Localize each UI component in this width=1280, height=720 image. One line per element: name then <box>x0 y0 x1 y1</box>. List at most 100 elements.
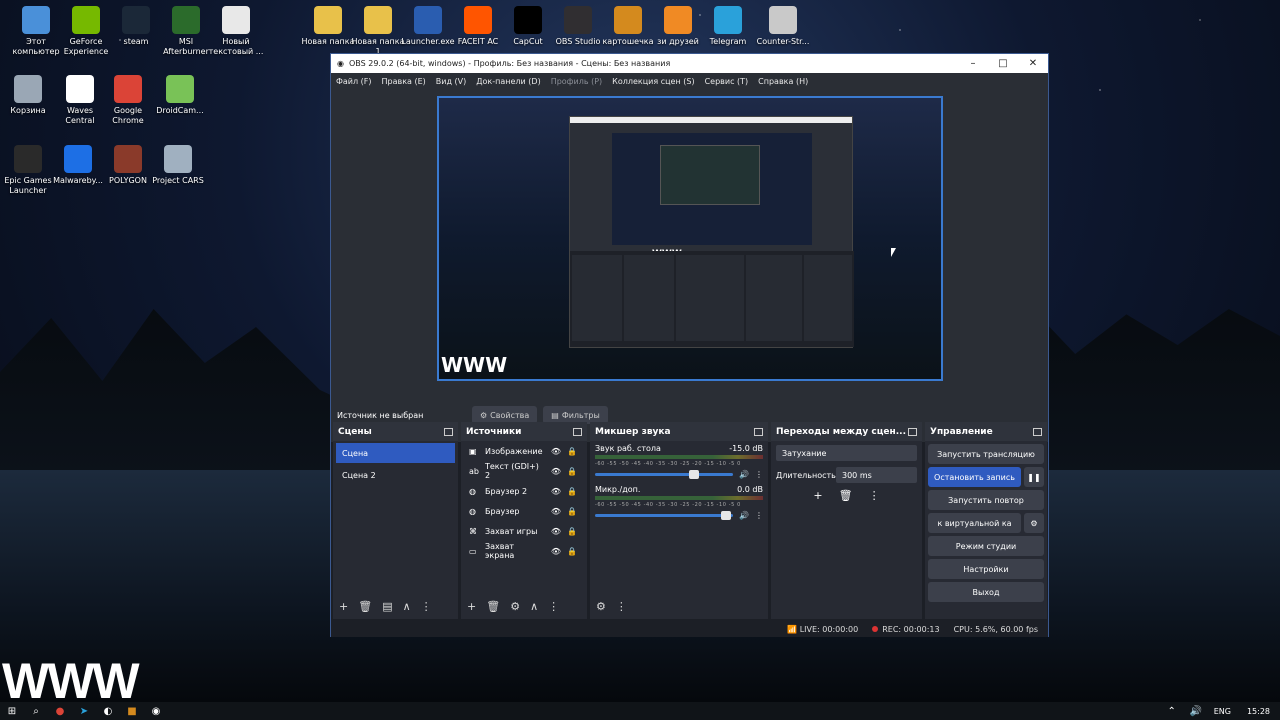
tray-icon[interactable]: ⌃ <box>1164 704 1180 718</box>
more-options-button[interactable]: ⋮ <box>616 600 627 613</box>
mixer-settings-button[interactable]: ⚙ <box>596 600 606 613</box>
slider-knob[interactable] <box>689 470 700 479</box>
steam-taskbar-icon[interactable]: ◐ <box>100 704 116 718</box>
desktop-icon[interactable]: Новая папка 1 <box>350 6 406 57</box>
desktop-icon[interactable]: MSI Afterburner <box>158 6 214 57</box>
duration-input[interactable]: 300 ms <box>836 467 917 483</box>
lock-icon[interactable]: 🔒 <box>567 487 577 496</box>
desktop-icon[interactable]: OBS Studio <box>550 6 606 47</box>
undock-icon[interactable] <box>573 427 582 436</box>
desktop-icon[interactable]: Project CARS <box>150 145 206 186</box>
desktop-icon[interactable]: Counter-Str... <box>755 6 811 47</box>
replay-buffer-button[interactable]: Запустить повтор <box>928 490 1044 510</box>
virtual-camera-button[interactable]: к виртуальной ка <box>928 513 1021 533</box>
eye-icon[interactable]: 👁 <box>551 487 561 496</box>
preview-canvas[interactable]: WWW WWW <box>437 96 943 381</box>
desktop-icon[interactable]: Этот компьютер <box>8 6 64 57</box>
virtual-camera-settings-icon[interactable]: ⚙ <box>1024 513 1044 533</box>
chrome-taskbar-icon[interactable]: ● <box>52 704 68 718</box>
menu-help[interactable]: Справка (H) <box>758 77 808 86</box>
desktop-icon[interactable]: GeForce Experience <box>58 6 114 57</box>
volume-slider[interactable] <box>595 511 734 520</box>
source-properties-button[interactable]: ⚙ <box>510 600 520 613</box>
lock-icon[interactable]: 🔒 <box>567 527 577 536</box>
desktop-icon[interactable]: Корзина <box>0 75 56 116</box>
desktop-icon[interactable]: картошечка <box>600 6 656 47</box>
desktop-icon[interactable]: Новая папка <box>300 6 356 47</box>
speaker-icon[interactable]: 🔊 <box>739 511 749 520</box>
eye-icon[interactable]: 👁 <box>551 547 561 556</box>
minimize-button[interactable]: – <box>958 58 988 69</box>
channel-menu-button[interactable]: ⋮ <box>755 511 763 520</box>
eye-icon[interactable]: 👁 <box>551 467 561 476</box>
eye-icon[interactable]: 👁 <box>551 447 561 456</box>
move-up-button[interactable]: ∧ <box>403 600 411 613</box>
settings-button[interactable]: Настройки <box>928 559 1044 579</box>
desktop-icon[interactable]: DroidCam... <box>152 75 208 116</box>
stop-record-button[interactable]: Остановить запись <box>928 467 1021 487</box>
channel-menu-button[interactable]: ⋮ <box>755 470 763 479</box>
desktop-icon[interactable]: Google Chrome <box>100 75 156 126</box>
desktop-icon[interactable]: Malwareby... <box>50 145 106 186</box>
start-stream-button[interactable]: Запустить трансляцию <box>928 444 1044 464</box>
scene-filters-button[interactable]: ▤ <box>382 600 392 613</box>
add-source-button[interactable]: + <box>467 600 476 613</box>
source-item[interactable]: ab Текст (GDI+) 2 👁 🔒 <box>461 461 587 481</box>
volume-icon[interactable]: 🔊 <box>1188 704 1204 718</box>
clock[interactable]: 15:28 <box>1247 707 1270 716</box>
add-transition-button[interactable]: + <box>813 489 822 502</box>
more-options-button[interactable]: ⋮ <box>548 600 559 613</box>
obs-taskbar-icon[interactable]: ◉ <box>148 704 164 718</box>
speaker-icon[interactable]: 🔊 <box>739 470 749 479</box>
remove-source-button[interactable]: 🗑 <box>486 600 500 613</box>
undock-icon[interactable] <box>908 427 917 436</box>
undock-icon[interactable] <box>1033 427 1042 436</box>
csgo-taskbar-icon[interactable]: ■ <box>124 704 140 718</box>
desktop-icon[interactable]: зи друзей <box>650 6 706 47</box>
source-item[interactable]: ▭ Захват экрана 👁 🔒 <box>461 541 587 561</box>
remove-transition-button[interactable]: 🗑 <box>839 489 853 502</box>
desktop-icon[interactable]: steam <box>108 6 164 47</box>
move-up-button[interactable]: ∧ <box>530 600 538 613</box>
language-indicator[interactable]: ENG <box>1214 707 1231 716</box>
pause-record-button[interactable]: ❚❚ <box>1024 467 1044 487</box>
lock-icon[interactable]: 🔒 <box>567 547 577 556</box>
lock-icon[interactable]: 🔒 <box>567 447 577 456</box>
more-options-button[interactable]: ⋮ <box>421 600 432 613</box>
desktop-icon[interactable]: CapCut <box>500 6 556 47</box>
maximize-button[interactable]: □ <box>988 58 1018 69</box>
menu-docks[interactable]: Док-панели (D) <box>476 77 540 86</box>
close-button[interactable]: ✕ <box>1018 58 1048 69</box>
desktop-icon[interactable]: Новый текстовый ... <box>208 6 264 57</box>
menu-file[interactable]: Файл (F) <box>336 77 372 86</box>
transition-menu-button[interactable]: ⋮ <box>869 489 880 502</box>
lock-icon[interactable]: 🔒 <box>567 507 577 516</box>
slider-knob[interactable] <box>721 511 732 520</box>
desktop-icon[interactable]: POLYGON <box>100 145 156 186</box>
studio-mode-button[interactable]: Режим студии <box>928 536 1044 556</box>
desktop-icon[interactable]: Epic Games Launcher <box>0 145 56 196</box>
lock-icon[interactable]: 🔒 <box>567 467 577 476</box>
menu-view[interactable]: Вид (V) <box>436 77 466 86</box>
volume-slider[interactable] <box>595 470 734 479</box>
desktop-icon[interactable]: Telegram <box>700 6 756 47</box>
undock-icon[interactable] <box>444 427 453 436</box>
menu-edit[interactable]: Правка (E) <box>382 77 426 86</box>
desktop-icon[interactable]: FACEIT AC <box>450 6 506 47</box>
menu-profile[interactable]: Профиль (P) <box>551 77 602 86</box>
add-scene-button[interactable]: + <box>339 600 348 613</box>
transition-select[interactable]: Затухание <box>776 445 917 461</box>
eye-icon[interactable]: 👁 <box>551 507 561 516</box>
scene-item[interactable]: Сцена <box>336 443 455 463</box>
menu-tools[interactable]: Сервис (T) <box>705 77 749 86</box>
source-item[interactable]: ◍ Браузер 2 👁 🔒 <box>461 481 587 501</box>
source-item[interactable]: ◍ Браузер 👁 🔒 <box>461 501 587 521</box>
windows-start-icon[interactable]: ⊞ <box>4 704 20 718</box>
source-item[interactable]: ▣ Изображение 👁 🔒 <box>461 441 587 461</box>
remove-scene-button[interactable]: 🗑 <box>358 600 372 613</box>
exit-button[interactable]: Выход <box>928 582 1044 602</box>
menu-scene-collection[interactable]: Коллекция сцен (S) <box>612 77 694 86</box>
undock-icon[interactable] <box>754 427 763 436</box>
eye-icon[interactable]: 👁 <box>551 527 561 536</box>
desktop-icon[interactable]: Launcher.exe <box>400 6 456 47</box>
